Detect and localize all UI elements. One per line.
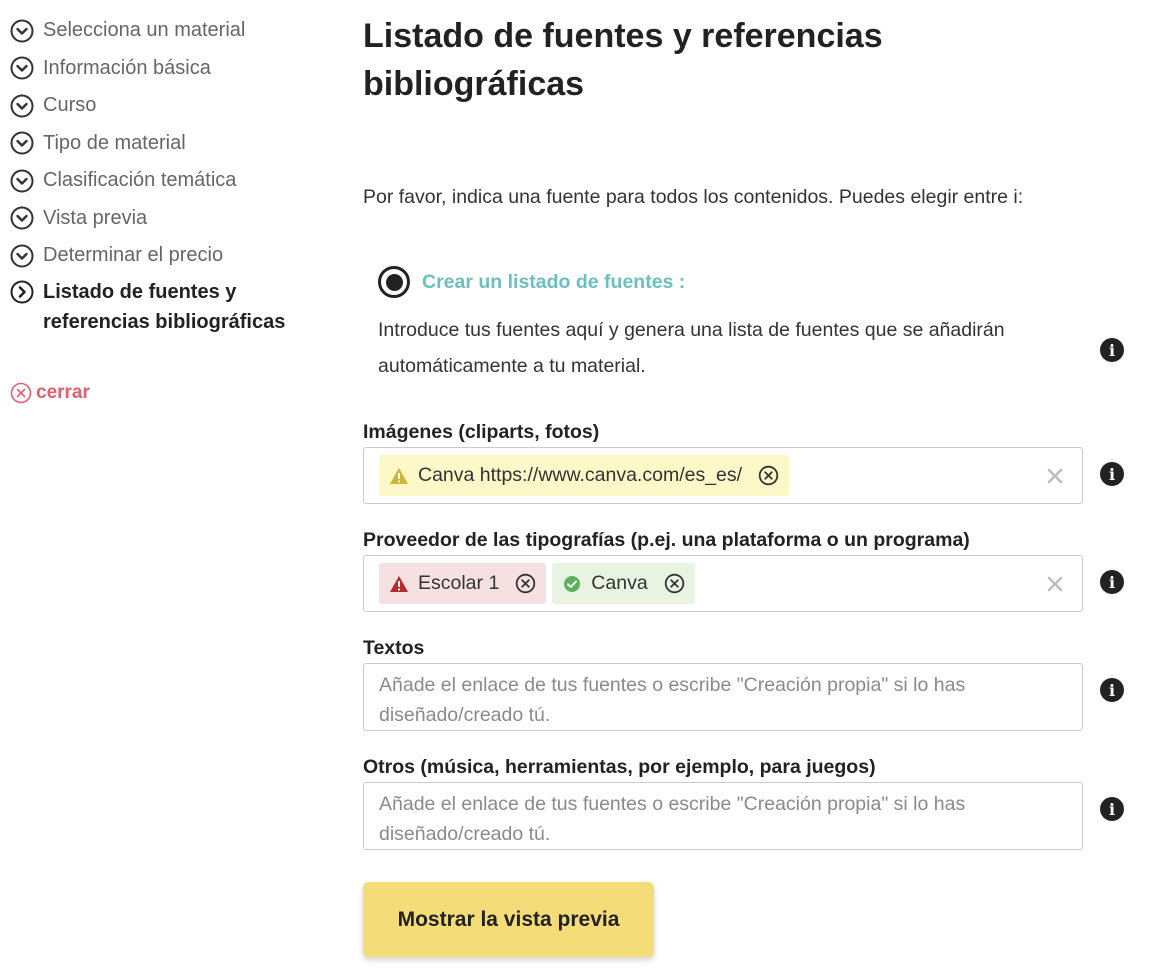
step-set-price[interactable]: Determinar el precio [10, 237, 330, 275]
tag-canva: Canva [552, 563, 695, 604]
chevron-down-circle-icon [10, 56, 34, 80]
step-basic-info[interactable]: Información básica [10, 50, 330, 88]
step-label: Curso [43, 94, 97, 117]
chevron-down-circle-icon [10, 244, 34, 268]
tag-text: Canva [591, 572, 648, 594]
source-list-option: Crear un listado de fuentes : Introduce … [378, 266, 1078, 384]
clear-x-icon[interactable] [1046, 575, 1064, 593]
step-label: Clasificación temática [43, 169, 237, 192]
create-list-label[interactable]: Crear un listado de fuentes : [422, 271, 685, 294]
chevron-down-circle-icon [10, 206, 34, 230]
step-course[interactable]: Curso [10, 87, 330, 125]
step-label: Información básica [43, 56, 211, 79]
step-label: Listado de fuentes y referencias bibliog… [43, 280, 286, 333]
close-label: cerrar [36, 382, 90, 403]
step-thematic-classification[interactable]: Clasificación temática [10, 162, 330, 200]
radio-row: Crear un listado de fuentes : [378, 266, 1078, 298]
info-icon[interactable]: i [1100, 338, 1124, 362]
tag-text: Canva https://www.canva.com/es_es/ [418, 464, 743, 486]
chevron-down-circle-icon [10, 94, 34, 118]
step-label: Vista previa [43, 206, 148, 229]
clear-x-icon[interactable] [1046, 467, 1064, 485]
tag-canva-url: Canva https://www.canva.com/es_es/ [379, 455, 790, 496]
radio-selected-dot [385, 273, 403, 291]
images-field[interactable]: Canva https://www.canva.com/es_es/ [363, 447, 1083, 504]
step-preview[interactable]: Vista previa [10, 200, 330, 238]
tag-escolar: Escolar 1 [379, 563, 547, 604]
close-link[interactable]: cerrar [10, 382, 90, 404]
others-input[interactable] [364, 783, 1082, 849]
show-preview-button[interactable]: Mostrar la vista previa [363, 882, 654, 957]
chevron-right-circle-icon [10, 280, 34, 304]
step-sources-list[interactable]: Listado de fuentes y referencias bibliog… [10, 277, 330, 337]
texts-input[interactable] [364, 664, 1082, 730]
step-select-material[interactable]: Selecciona un material [10, 12, 330, 50]
check-circle-icon [562, 574, 582, 594]
fonts-tags: Escolar 1 Canva [364, 556, 1082, 611]
texts-label: Textos [363, 637, 425, 659]
create-list-radio[interactable] [378, 266, 410, 298]
info-icon[interactable]: i [1100, 462, 1124, 486]
option-description: Introduce tus fuentes aquí y genera una … [378, 319, 1005, 377]
close-circle-icon [10, 382, 32, 404]
error-icon [389, 574, 409, 594]
remove-tag-icon[interactable] [758, 465, 779, 486]
chevron-down-circle-icon [10, 19, 34, 43]
others-field [363, 782, 1083, 850]
chevron-down-circle-icon [10, 169, 34, 193]
remove-tag-icon[interactable] [664, 573, 685, 594]
fonts-provider-field[interactable]: Escolar 1 Canva [363, 555, 1083, 612]
info-icon[interactable]: i [1100, 570, 1124, 594]
wizard-steps-sidebar: Selecciona un material Información básic… [10, 12, 330, 404]
tag-text: Escolar 1 [418, 572, 500, 594]
images-label: Imágenes (cliparts, fotos) [363, 421, 600, 443]
warning-icon [389, 466, 409, 486]
images-tags: Canva https://www.canva.com/es_es/ [364, 448, 1082, 503]
others-label: Otros (música, herramientas, por ejemplo… [363, 756, 876, 778]
chevron-down-circle-icon [10, 131, 34, 155]
fonts-provider-label: Proveedor de las tipografías (p.ej. una … [363, 529, 970, 551]
step-label: Determinar el precio [43, 244, 224, 267]
page-title: Listado de fuentes y referencias bibliog… [363, 17, 883, 103]
info-icon[interactable]: i [1100, 678, 1124, 702]
info-icon[interactable]: i [1100, 797, 1124, 821]
step-material-type[interactable]: Tipo de material [10, 125, 330, 163]
texts-field [363, 663, 1083, 731]
step-label: Tipo de material [43, 131, 186, 154]
remove-tag-icon[interactable] [515, 573, 536, 594]
step-label: Selecciona un material [43, 19, 246, 42]
intro-text: Por favor, indica una fuente para todos … [363, 186, 1024, 208]
